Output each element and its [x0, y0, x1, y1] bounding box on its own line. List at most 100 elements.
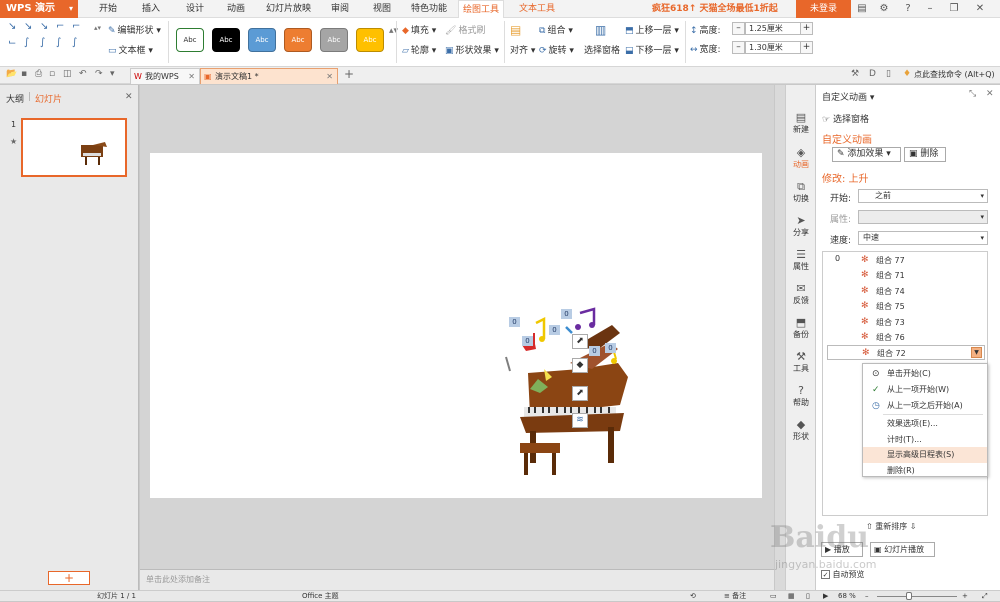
edit-shape-button[interactable]: ✎ 编辑形状 ▾ — [108, 23, 161, 36]
height-input[interactable]: 1.25厘米 — [745, 22, 807, 35]
sidebar-item-animation[interactable]: ◈ 动画 — [786, 147, 816, 170]
piano-music-graphic[interactable] — [150, 153, 762, 498]
menu-tab[interactable]: 开始 — [95, 0, 121, 18]
animation-list-item[interactable]: ✻ 组合 72 ▼ — [827, 345, 985, 361]
menu-tab[interactable]: 设计 — [182, 0, 208, 18]
send-backward-button[interactable]: ⬓ 下移一层 ▾ — [625, 43, 679, 56]
animation-list-item[interactable]: ✻ 组合 76 — [823, 330, 987, 345]
context-menu-item[interactable]: ◷ 从上一项之后开始(A) — [863, 398, 987, 414]
open-icon[interactable]: 📂 — [6, 69, 17, 79]
chevron-down-icon[interactable]: ▾ — [110, 69, 115, 79]
tab-slides[interactable]: 幻灯片 — [35, 92, 62, 105]
animation-list-item[interactable]: ✻ 组合 73 — [823, 315, 987, 330]
width-increase-button[interactable]: + — [800, 41, 813, 54]
redo-icon[interactable]: ↷ — [95, 69, 103, 79]
curve-connector-icon[interactable]: ∫ — [40, 37, 45, 48]
close-pane-icon[interactable]: ✕ — [125, 92, 133, 102]
export-pdf-icon[interactable]: ▫ — [49, 69, 55, 79]
select-pane-icon[interactable]: ▥ — [595, 23, 606, 37]
command-search-hint[interactable]: 点此查找命令 (Alt+Q) — [914, 69, 995, 80]
settings-icon[interactable]: ⚙ — [874, 0, 894, 18]
notes-area[interactable]: 单击此处添加备注 — [140, 569, 774, 590]
sidebar-item-transition[interactable]: ⧉ 切换 — [786, 181, 816, 204]
context-menu-item[interactable]: 显示高级日程表(S) — [863, 447, 987, 463]
menu-tab[interactable]: 幻灯片放映 — [262, 0, 315, 18]
skin-icon[interactable]: ▤ — [852, 0, 872, 18]
fit-window-icon[interactable]: ⤢ — [982, 591, 988, 602]
float-layers-icon[interactable]: ≋ — [572, 413, 588, 428]
curve-connector-icon[interactable]: ∫ — [24, 37, 29, 48]
elbow-connector-icon[interactable]: ⌐ — [72, 21, 80, 32]
shape-style-swatch[interactable]: Abc — [212, 28, 240, 52]
menu-tab[interactable]: 动画 — [223, 0, 249, 18]
context-menu-item[interactable]: ✓ 从上一项开始(W) — [863, 382, 987, 398]
zoom-slider[interactable] — [877, 592, 957, 600]
pin-icon[interactable]: ⤡ — [969, 89, 976, 99]
tool-icon[interactable]: ⚒ — [851, 69, 859, 79]
animation-list-item[interactable]: ✻ 组合 74 — [823, 284, 987, 299]
line-icon[interactable]: ↘ — [8, 21, 16, 32]
context-menu-item[interactable]: ⊙ 单击开始(C) — [863, 366, 987, 382]
restore-icon[interactable]: ⟲ — [690, 591, 696, 602]
height-increase-button[interactable]: + — [800, 22, 813, 35]
line-icon[interactable]: ↘ — [24, 21, 32, 32]
zoom-level[interactable]: 68 % — [838, 591, 856, 602]
line-icon[interactable]: ↘ — [40, 21, 48, 32]
add-slide-button[interactable]: + — [48, 571, 90, 585]
close-icon[interactable]: ✕ — [970, 0, 990, 18]
normal-view-icon[interactable]: ▭ — [770, 591, 777, 602]
close-tab-icon[interactable]: ✕ — [188, 69, 195, 84]
sidebar-item-help[interactable]: ? 帮助 — [786, 385, 816, 408]
shape-style-swatch[interactable]: Abc — [284, 28, 312, 52]
print-icon[interactable]: ⎙ — [35, 69, 42, 79]
delete-effect-button[interactable]: ▣ 删除 — [904, 147, 946, 162]
context-menu-item[interactable]: 计时(T)... — [863, 432, 987, 448]
zoom-in-icon[interactable]: + — [962, 591, 968, 602]
elbow-connector-icon[interactable]: ⌙ — [8, 37, 16, 48]
sidebar-item-tools[interactable]: ⚒ 工具 — [786, 351, 816, 374]
select-pane-link[interactable]: ☞ 选择窗格 — [822, 112, 869, 125]
save-icon[interactable]: ▪ — [21, 69, 27, 79]
sidebar-item-shape[interactable]: ◆ 形状 — [786, 419, 816, 442]
notes-toggle[interactable]: ≡ 备注 — [724, 591, 746, 602]
textbox-button[interactable]: ▭ 文本框 ▾ — [108, 43, 153, 56]
pane-splitter[interactable] — [775, 85, 785, 590]
curve-connector-icon[interactable]: ∫ — [72, 37, 77, 48]
reorder-down-icon[interactable]: ⇩ — [910, 522, 917, 531]
sidebar-item-property[interactable]: ☰ 属性 — [786, 249, 816, 272]
gallery-scroll-icon[interactable]: ▴▾ — [94, 24, 101, 32]
tab-my-wps[interactable]: W 我的WPS ✕ — [130, 68, 200, 84]
reading-view-icon[interactable]: ▯ — [806, 591, 810, 602]
menu-tab[interactable]: 插入 — [138, 0, 164, 18]
slideshow-view-icon[interactable]: ▶ — [823, 591, 828, 602]
menu-tab[interactable]: 绘图工具 — [458, 0, 505, 18]
slide-thumbnail[interactable] — [21, 118, 127, 177]
align-icon[interactable]: ▤ — [510, 23, 521, 37]
sidebar-item-new[interactable]: ▤ 新建 — [786, 112, 816, 135]
animation-list-item[interactable]: ✻ 组合 71 — [823, 268, 987, 283]
select-pane-button[interactable]: 选择窗格 — [584, 43, 620, 56]
shape-style-swatch[interactable]: Abc — [356, 28, 384, 52]
width-decrease-button[interactable]: – — [732, 41, 745, 54]
fill-button[interactable]: ◆ 填充 ▾ — [402, 23, 436, 36]
sorter-view-icon[interactable]: ▦ — [788, 591, 795, 602]
float-edit-shape-icon[interactable]: ⬈ — [572, 334, 588, 349]
slide[interactable]: 0 0 0 0 0 0 ⬈ ◆ ⬈ ≋ — [150, 153, 762, 498]
new-tab-icon[interactable]: + — [344, 67, 354, 81]
bring-forward-button[interactable]: ⬒ 上移一层 ▾ — [625, 23, 679, 36]
tab-outline[interactable]: 大纲 — [6, 92, 24, 105]
format-painter-button[interactable]: 🖌 格式刷 — [445, 23, 485, 36]
close-pane-icon[interactable]: ✕ — [986, 89, 994, 99]
zoom-slider-handle[interactable] — [906, 592, 912, 600]
slideshow-button[interactable]: ▣ 幻灯片播放 — [870, 542, 935, 557]
shape-style-swatch[interactable]: Abc — [248, 28, 276, 52]
height-decrease-button[interactable]: – — [732, 22, 745, 35]
mobile-icon[interactable]: ▯ — [886, 69, 891, 79]
theme-name[interactable]: Office 主题 — [302, 591, 339, 602]
group-button[interactable]: ⧉ 组合 ▾ — [539, 23, 573, 36]
tab-presentation[interactable]: ▣ 演示文稿1 * ✕ — [200, 68, 338, 84]
elbow-connector-icon[interactable]: ⌐ — [56, 21, 64, 32]
help-icon[interactable]: ? — [898, 0, 918, 18]
animation-list-item[interactable]: ✻ 组合 77 — [823, 253, 987, 268]
curve-connector-icon[interactable]: ∫ — [56, 37, 61, 48]
